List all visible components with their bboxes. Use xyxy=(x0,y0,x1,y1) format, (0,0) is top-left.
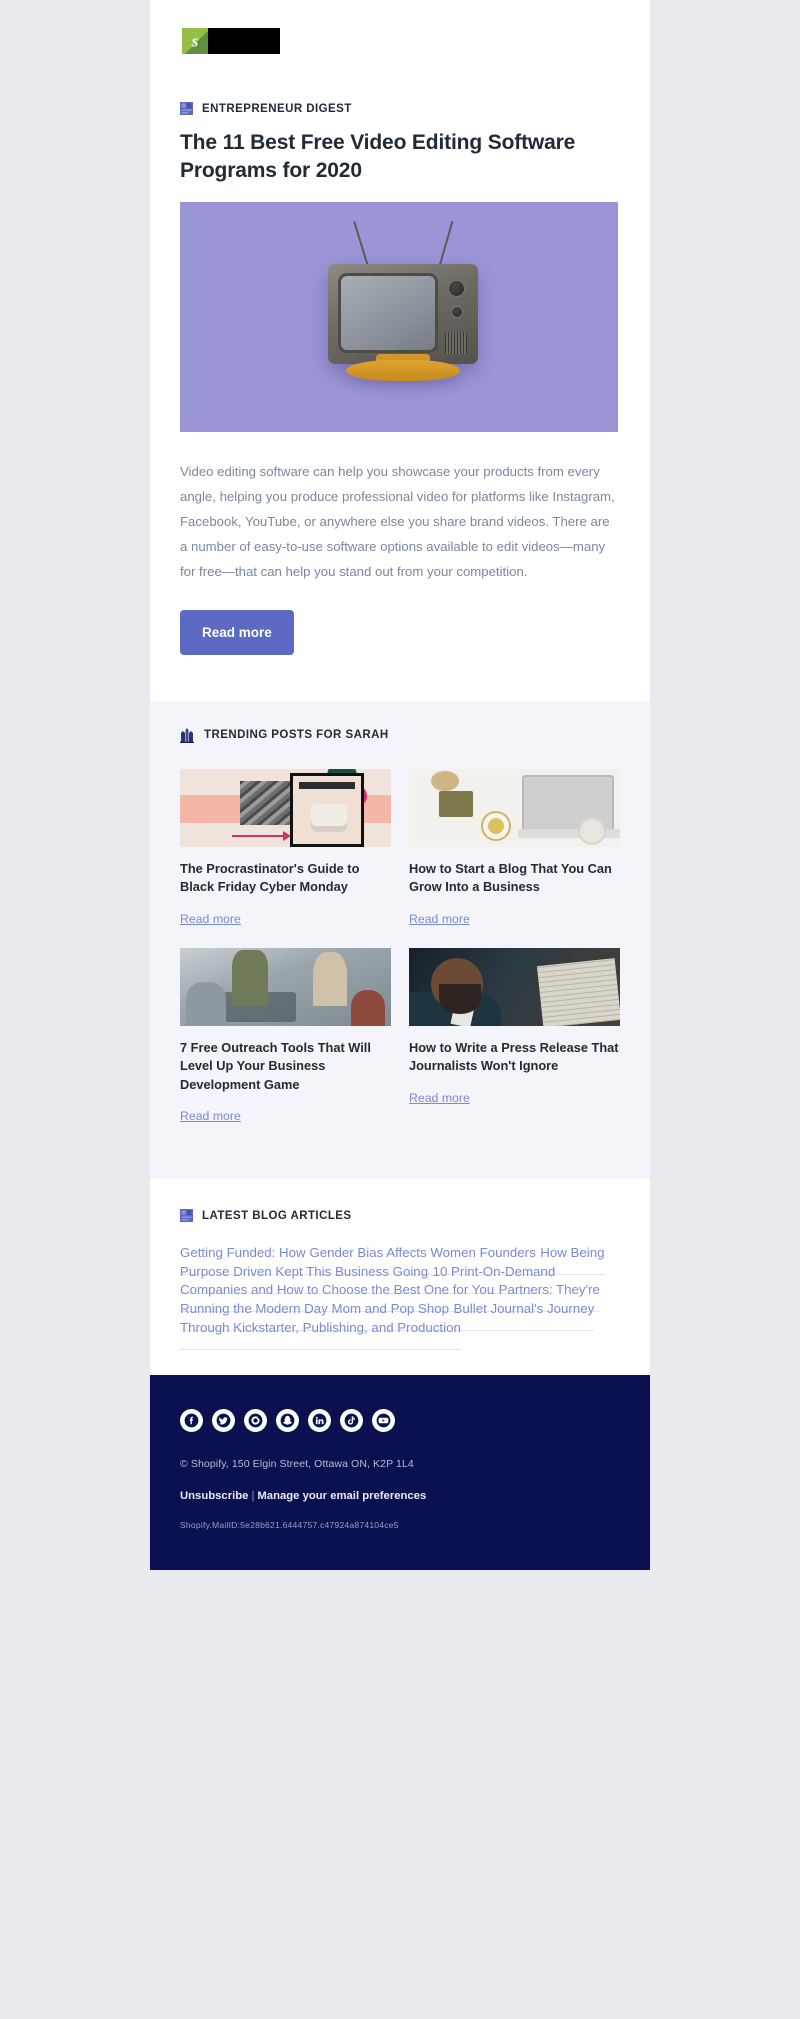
trending-posts-section: TRENDING POSTS FOR SARAH The Procrastina… xyxy=(150,700,650,1180)
trending-post-title: 7 Free Outreach Tools That Will Level Up… xyxy=(180,1039,371,1092)
blog-badge-icon xyxy=(180,1209,193,1223)
latest-articles-list: Getting Funded: How Gender Bias Affects … xyxy=(180,1231,620,1350)
footer: © Shopify, 150 Elgin Street, Ottawa ON, … xyxy=(150,1375,650,1571)
social-links-row xyxy=(180,1409,620,1433)
tv-knob-lower xyxy=(451,306,463,319)
brand-logo-row xyxy=(180,18,620,64)
tv-body xyxy=(328,264,478,365)
trending-post-card[interactable]: How to Write a Press Release That Journa… xyxy=(409,947,620,1146)
trending-post-title: How to Write a Press Release That Journa… xyxy=(409,1039,619,1074)
trending-post-thumbnail[interactable] xyxy=(409,947,620,1026)
instagram-icon[interactable] xyxy=(244,1409,267,1433)
facebook-icon[interactable] xyxy=(180,1409,203,1433)
email-body: ENTREPRENEUR DIGEST The 11 Best Free Vid… xyxy=(150,0,650,2019)
tv-screen xyxy=(338,273,438,354)
shopify-bag-icon xyxy=(182,28,208,54)
eyebrow: ENTREPRENEUR DIGEST xyxy=(180,64,620,115)
read-more-button[interactable]: Read more xyxy=(180,609,294,655)
trending-post-read-more-link[interactable]: Read more xyxy=(409,1091,470,1105)
newsletter-badge-icon xyxy=(180,102,193,115)
unsubscribe-link[interactable]: Unsubscribe xyxy=(180,1490,248,1502)
eyebrow-label: ENTREPRENEUR DIGEST xyxy=(202,102,352,115)
trending-post-read-more-link[interactable]: Read more xyxy=(180,1109,241,1123)
trending-post-card[interactable]: How to Start a Blog That You Can Grow In… xyxy=(409,768,620,948)
trending-post-thumbnail[interactable] xyxy=(180,947,391,1026)
linkedin-icon[interactable] xyxy=(308,1409,331,1433)
footer-address: © Shopify, 150 Elgin Street, Ottawa ON, … xyxy=(180,1458,414,1471)
shopify-wordmark-redacted xyxy=(208,28,280,54)
trending-post-thumbnail[interactable] xyxy=(409,768,620,847)
trending-chart-icon xyxy=(180,727,194,743)
trending-posts-grid: The Procrastinator's Guide to Black Frid… xyxy=(180,768,620,1146)
latest-articles-header: LATEST BLOG ARTICLES xyxy=(180,1209,620,1230)
article-title: The 11 Best Free Video Editing Software … xyxy=(180,131,576,182)
tiktok-icon[interactable] xyxy=(340,1409,363,1433)
trending-post-thumbnail[interactable] xyxy=(180,768,391,847)
email-viewport: ENTREPRENEUR DIGEST The 11 Best Free Vid… xyxy=(0,0,800,2019)
footer-links: Unsubscribe | Manage your email preference… xyxy=(180,1490,620,1502)
trending-post-read-more-link[interactable]: Read more xyxy=(409,912,470,926)
tv-speaker-grill xyxy=(445,332,467,355)
youtube-icon[interactable] xyxy=(372,1409,395,1433)
tv-knob-upper xyxy=(448,280,465,298)
trending-post-card[interactable]: 7 Free Outreach Tools That Will Level Up… xyxy=(180,947,391,1146)
trending-post-title: The Procrastinator's Guide to Black Frid… xyxy=(180,860,360,895)
latest-articles-section: LATEST BLOG ARTICLES Getting Funded: How… xyxy=(150,1179,650,1376)
latest-articles-heading: LATEST BLOG ARTICLES xyxy=(202,1209,352,1222)
featured-article-section: ENTREPRENEUR DIGEST The 11 Best Free Vid… xyxy=(150,0,650,655)
trending-header: TRENDING POSTS FOR SARAH xyxy=(180,727,620,747)
trending-post-card[interactable]: The Procrastinator's Guide to Black Frid… xyxy=(180,768,391,948)
tv-base xyxy=(346,360,460,382)
featured-section-spacer xyxy=(150,654,650,701)
trending-heading: TRENDING POSTS FOR SARAH xyxy=(204,729,389,741)
article-body-text: Video editing software can help you show… xyxy=(180,464,615,579)
twitter-icon[interactable] xyxy=(212,1409,235,1433)
trending-post-read-more-link[interactable]: Read more xyxy=(180,912,241,926)
hero-image xyxy=(180,202,618,433)
trending-post-title: How to Start a Blog That You Can Grow In… xyxy=(409,860,612,895)
shopify-logo[interactable] xyxy=(182,28,280,54)
footer-mail-id: Shopify.MailID:5e28b621.6444757.c47924a8… xyxy=(180,1520,399,1531)
snapchat-icon[interactable] xyxy=(276,1409,299,1433)
manage-preferences-link[interactable]: Manage your email preferences xyxy=(257,1490,426,1502)
